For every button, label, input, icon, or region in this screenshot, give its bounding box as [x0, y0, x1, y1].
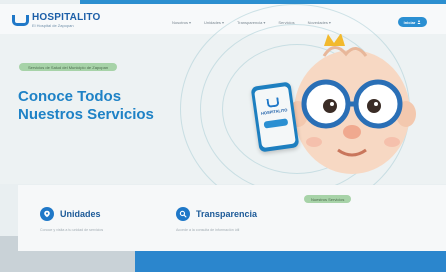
nav-label: Nosotros — [172, 20, 189, 25]
mascot-nose — [343, 125, 361, 139]
phone-brand: HOSPITALITO — [260, 107, 288, 116]
mascot-cheek — [306, 137, 322, 147]
page: HOSPITALITO El Hospital de Zapopan Nosot… — [0, 0, 446, 272]
location-icon — [40, 207, 54, 221]
chevron-down-icon: ▾ — [221, 20, 224, 25]
mascot-eye — [323, 99, 337, 113]
phone-button-shape — [263, 118, 289, 129]
nav-item-unidades[interactable]: Unidades▾ — [204, 20, 224, 25]
services-badge: Nuestros Servicios — [304, 195, 352, 203]
nav-item-nosotros[interactable]: Nosotros▾ — [172, 20, 191, 25]
hero-badge: Servicios de Salud del Municipio de Zapo… — [19, 63, 118, 71]
logo-mark-icon — [266, 97, 280, 108]
logo-text: HOSPITALITO El Hospital de Zapopan — [32, 13, 101, 28]
eye-shine — [330, 102, 334, 106]
logo-mark-icon — [12, 15, 29, 26]
eye-shine — [374, 102, 378, 106]
mascot-illustration — [288, 34, 416, 174]
card-header: Transparencia — [176, 207, 257, 221]
mascot-eye — [367, 99, 381, 113]
login-label: Iniciar — [403, 19, 416, 25]
mascot-cheek — [384, 137, 400, 147]
brand-logo[interactable]: HOSPITALITO El Hospital de Zapopan — [12, 13, 101, 28]
hero-title-line: Conoce Todos — [18, 88, 122, 105]
service-card-transparencia[interactable]: Transparencia Accede a la consulta de in… — [176, 207, 257, 232]
service-card-unidades[interactable]: Unidades Conoce y visita a tu unidad de … — [40, 207, 103, 232]
chevron-down-icon: ▾ — [189, 20, 192, 25]
card-header: Unidades — [40, 207, 103, 221]
hero-title-line: Nuestros Servicios — [18, 106, 154, 123]
brand-name: HOSPITALITO — [32, 12, 101, 23]
phone-screen: HOSPITALITO — [254, 85, 296, 149]
login-button[interactable]: Iniciar — [398, 17, 427, 27]
hero-title: Conoce Todos Nuestros Servicios — [18, 88, 188, 124]
nav-label: Unidades — [204, 20, 221, 25]
card-title: Unidades — [60, 209, 101, 219]
user-icon — [417, 20, 421, 24]
card-title: Transparencia — [196, 209, 258, 219]
card-description: Accede a la consulta de información útil — [176, 228, 240, 232]
crown-shape — [324, 34, 345, 46]
search-icon — [176, 207, 190, 221]
brand-subtitle: El Hospital de Zapopan — [32, 23, 74, 28]
card-description: Conoce y visita a tu unidad de servicios — [40, 228, 104, 232]
